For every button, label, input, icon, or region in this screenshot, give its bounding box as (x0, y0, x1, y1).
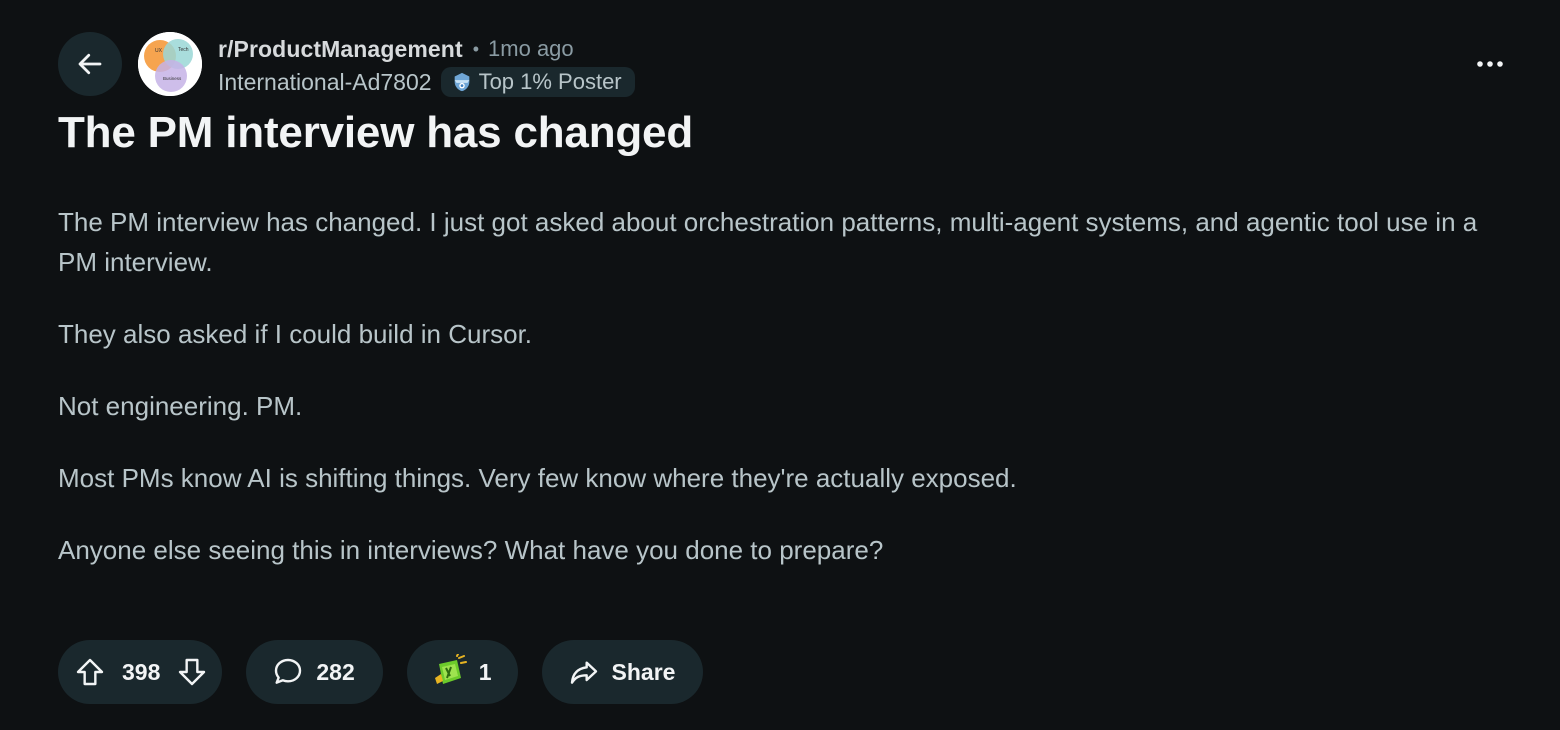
post-paragraph: Most PMs know AI is shifting things. Ver… (58, 463, 1017, 493)
upvote-button[interactable] (74, 656, 106, 688)
share-arrow-icon (570, 661, 597, 684)
post-paragraph: They also asked if I could build in Curs… (58, 319, 533, 349)
svg-text:Business: Business (163, 76, 182, 81)
top-poster-badge-icon (454, 72, 469, 92)
post-paragraph: The PM interview has changed. I just got… (58, 207, 1478, 277)
post-page: UX Tech Business r/ProductManagement • 1… (0, 0, 1560, 730)
award-button[interactable]: 1 (406, 640, 518, 704)
comments-button[interactable]: 282 (246, 640, 383, 704)
back-button[interactable] (58, 32, 122, 96)
share-button[interactable]: Share (541, 640, 704, 704)
svg-text:Tech: Tech (178, 47, 189, 53)
more-options-button[interactable] (1466, 40, 1514, 88)
meta-separator: • (472, 38, 480, 59)
award-icon (434, 654, 467, 684)
venn-diagram-logo: UX Tech Business (138, 32, 202, 96)
share-label: Share (611, 658, 676, 685)
post-title: The PM interview has changed (58, 108, 693, 157)
subreddit-avatar[interactable]: UX Tech Business (138, 32, 202, 96)
downvote-arrow-icon (179, 658, 206, 686)
vote-control: 398 (58, 640, 223, 704)
meta-row-subreddit: r/ProductManagement • 1mo ago (218, 34, 635, 64)
post-paragraph: Anyone else seeing this in interviews? W… (58, 535, 884, 565)
post-time: 1mo ago (488, 36, 574, 61)
post-body: The PM interview has changed. I just got… (58, 202, 1508, 602)
arrow-left-icon (78, 53, 102, 75)
post-meta: r/ProductManagement • 1mo ago Internatio… (218, 34, 635, 98)
more-horizontal-icon (1477, 61, 1503, 67)
comment-count: 282 (316, 658, 355, 685)
svg-text:UX: UX (155, 48, 163, 54)
award-count: 1 (478, 658, 492, 685)
user-flair: Top 1% Poster (440, 67, 635, 97)
vote-count: 398 (122, 658, 161, 685)
upvote-arrow-icon (76, 658, 104, 686)
author-username[interactable]: International-Ad7802 (218, 69, 432, 96)
post-actions: 398 282 1 Share (58, 640, 727, 704)
meta-row-author: International-Ad7802 Top 1% Poster (218, 66, 635, 98)
comment-bubble-icon (275, 658, 302, 684)
flair-label: Top 1% Poster (478, 69, 622, 94)
post-paragraph: Not engineering. PM. (58, 391, 303, 421)
subreddit-link[interactable]: r/ProductManagement (218, 36, 463, 63)
downvote-button[interactable] (176, 656, 208, 688)
